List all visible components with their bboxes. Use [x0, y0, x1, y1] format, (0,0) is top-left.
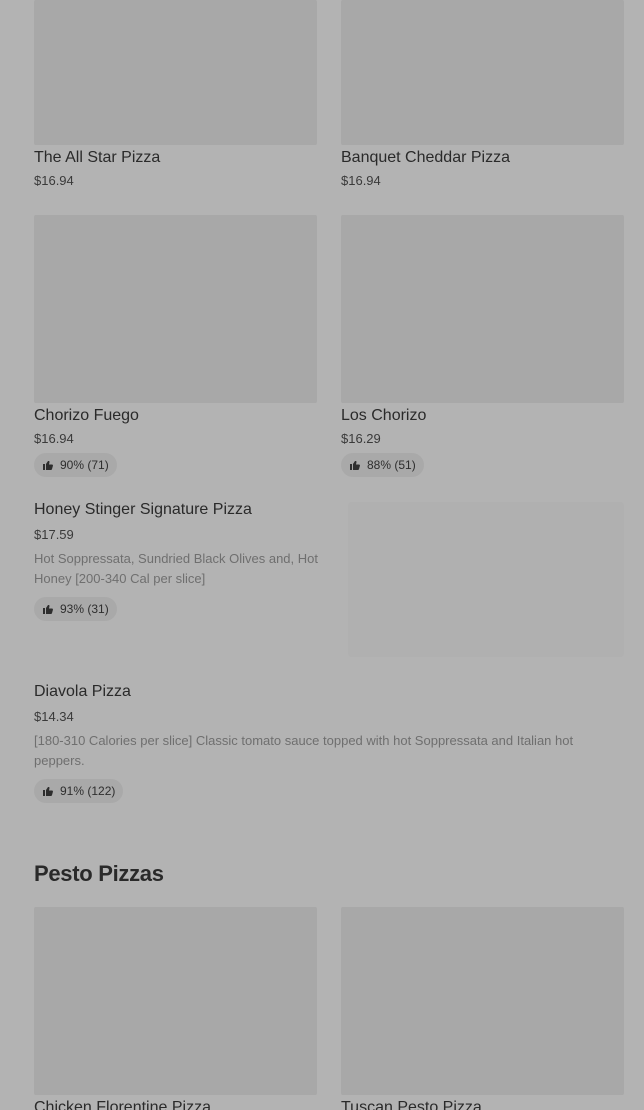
item-price: $16.94	[341, 173, 381, 188]
item-price: $16.29	[341, 431, 381, 446]
item-name: Honey Stinger Signature Pizza	[34, 501, 252, 518]
item-name: Chorizo Fuego	[34, 407, 139, 424]
menu-page: The All Star Pizza $16.94 Banquet Chedda…	[0, 0, 644, 1110]
menu-item-card[interactable]: Banquet Cheddar Pizza $16.94	[341, 0, 624, 195]
item-image-placeholder	[341, 215, 624, 403]
item-image-placeholder	[341, 907, 624, 1095]
item-price: $14.34	[34, 709, 74, 724]
item-name: Diavola Pizza	[34, 683, 131, 700]
rating-badge: 93% (31)	[34, 597, 117, 621]
item-price: $17.59	[34, 527, 74, 542]
item-image-placeholder	[34, 0, 317, 145]
item-name: Chicken Florentine Pizza	[34, 1099, 211, 1110]
thumbs-up-icon	[350, 461, 360, 470]
rating-text: 93% (31)	[60, 602, 109, 616]
item-name: Los Chorizo	[341, 407, 427, 424]
rating-badge: 90% (71)	[34, 453, 117, 477]
section-title: Pesto Pizzas	[34, 861, 164, 886]
item-image-placeholder	[341, 0, 624, 145]
menu-item-row[interactable]: Diavola Pizza $14.34 [180-310 Calories p…	[34, 682, 624, 812]
item-description: [180-310 Calories per slice] Classic tom…	[34, 733, 574, 768]
item-price: $16.94	[34, 431, 74, 446]
rating-text: 88% (51)	[367, 458, 416, 472]
thumbs-up-icon	[43, 605, 53, 614]
item-name: Tuscan Pesto Pizza	[341, 1099, 482, 1110]
item-image-placeholder	[348, 502, 624, 657]
menu-item-card[interactable]: Tuscan Pesto Pizza	[341, 907, 624, 1110]
menu-item-card[interactable]: Chorizo Fuego $16.94 90% (71)	[34, 215, 317, 480]
thumbs-up-icon	[43, 461, 53, 470]
rating-text: 90% (71)	[60, 458, 109, 472]
rating-text: 91% (122)	[60, 784, 116, 798]
menu-item-card[interactable]: Los Chorizo $16.29 88% (51)	[341, 215, 624, 480]
rating-badge: 88% (51)	[341, 453, 424, 477]
menu-item-card[interactable]: The All Star Pizza $16.94	[34, 0, 317, 195]
menu-item-card[interactable]: Chicken Florentine Pizza	[34, 907, 317, 1110]
rating-badge: 91% (122)	[34, 779, 124, 803]
menu-item-row[interactable]: Honey Stinger Signature Pizza $17.59 Hot…	[34, 500, 624, 660]
item-price: $16.94	[34, 173, 74, 188]
item-name: The All Star Pizza	[34, 149, 161, 166]
item-description: Hot Soppressata, Sundried Black Olives a…	[34, 551, 318, 586]
item-image-placeholder	[34, 215, 317, 403]
item-name: Banquet Cheddar Pizza	[341, 149, 510, 166]
item-image-placeholder	[34, 907, 317, 1095]
thumbs-up-icon	[43, 787, 53, 796]
